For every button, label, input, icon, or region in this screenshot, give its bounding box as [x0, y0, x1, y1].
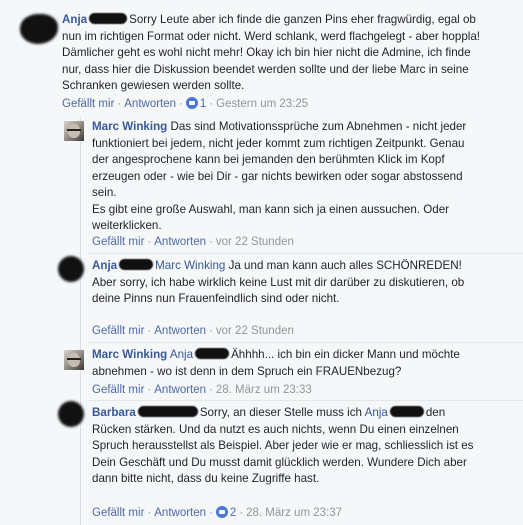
divider: [88, 253, 523, 254]
comment-author[interactable]: Anja: [92, 259, 117, 272]
redacted-name: [195, 348, 230, 359]
reply-link[interactable]: Antworten: [154, 325, 206, 337]
redacted-name: [137, 406, 198, 417]
comment-author[interactable]: Marc Winking: [92, 120, 167, 133]
timestamp[interactable]: 28. März um 23:37: [246, 507, 342, 519]
like-link[interactable]: Gefällt mir: [62, 98, 114, 110]
mention-link[interactable]: Marc Winking: [155, 259, 225, 272]
comment-author[interactable]: Anja: [62, 13, 87, 26]
reply-link[interactable]: Antworten: [124, 98, 176, 110]
mention-link[interactable]: Anja: [170, 348, 193, 361]
comment-body-3: Anja Marc Winking Ja und man kann auch al…: [92, 258, 482, 308]
timestamp[interactable]: 28. März um 23:33: [216, 384, 312, 396]
mention-link[interactable]: Anja: [365, 406, 388, 419]
redacted-name: [89, 13, 128, 24]
comment-text: Sorry Leute aber ich finde die ganzen Pi…: [62, 13, 481, 92]
comment-author[interactable]: Marc Winking: [92, 348, 167, 361]
comment-actions-5: Gefällt mir · Antworten · 2 · 28. März um 23:3…: [92, 506, 343, 519]
comment-actions-3: Gefällt mir · Antworten · vor 22 Stunden: [92, 325, 294, 337]
like-link[interactable]: Gefällt mir: [92, 236, 144, 248]
reply-thread-line: [80, 117, 81, 525]
avatar-marc[interactable]: [64, 121, 84, 141]
divider: [88, 342, 523, 343]
comment-text: Sorry, an dieser Stelle muss ich: [199, 406, 362, 419]
timestamp[interactable]: vor 22 Stunden: [216, 236, 294, 248]
like-count-icon: [215, 506, 228, 518]
comment-body-1: Anja Sorry Leute aber ich finde die ganze…: [62, 12, 492, 95]
reply-link[interactable]: Antworten: [154, 507, 206, 519]
like-count-icon: [185, 97, 198, 109]
comment-actions-4: Gefällt mir · Antworten · 28. März um 23:33: [92, 384, 312, 396]
like-link[interactable]: Gefällt mir: [92, 325, 144, 337]
avatar-marc[interactable]: [64, 350, 84, 370]
comment-text-2: Es gibt eine große Auswahl, man kann sic…: [92, 202, 450, 233]
reply-link[interactable]: Antworten: [154, 236, 206, 248]
comment-body-2: Marc Winking Das sind Motivationssprüche…: [92, 119, 482, 235]
avatar-redacted[interactable]: [58, 256, 84, 282]
comment-body-4: Marc Winking Anja Ähhhh... ich bin ein di…: [92, 347, 482, 380]
like-count[interactable]: 1: [200, 98, 206, 110]
redacted-name: [389, 406, 424, 417]
comment-body-5: Barbara Sorry, an dieser Stelle muss ich …: [92, 405, 482, 488]
like-count[interactable]: 2: [230, 507, 236, 519]
divider: [88, 400, 523, 401]
reply-link[interactable]: Antworten: [154, 384, 206, 396]
like-link[interactable]: Gefällt mir: [92, 507, 144, 519]
comment-actions-1: Gefällt mir · Antworten · 1 · Gestern um 23:25: [62, 97, 309, 110]
comment-thread: Anja Sorry Leute aber ich finde die ganze…: [0, 0, 523, 525]
comment-actions-2: Gefällt mir · Antworten · vor 22 Stunden: [92, 236, 294, 248]
timestamp[interactable]: vor 22 Stunden: [216, 325, 294, 337]
redacted-name: [119, 259, 154, 270]
like-link[interactable]: Gefällt mir: [92, 384, 144, 396]
avatar-redacted[interactable]: [58, 401, 84, 427]
comment-author[interactable]: Barbara: [92, 406, 136, 419]
avatar-redacted[interactable]: [20, 14, 58, 44]
timestamp[interactable]: Gestern um 23:25: [216, 98, 308, 110]
